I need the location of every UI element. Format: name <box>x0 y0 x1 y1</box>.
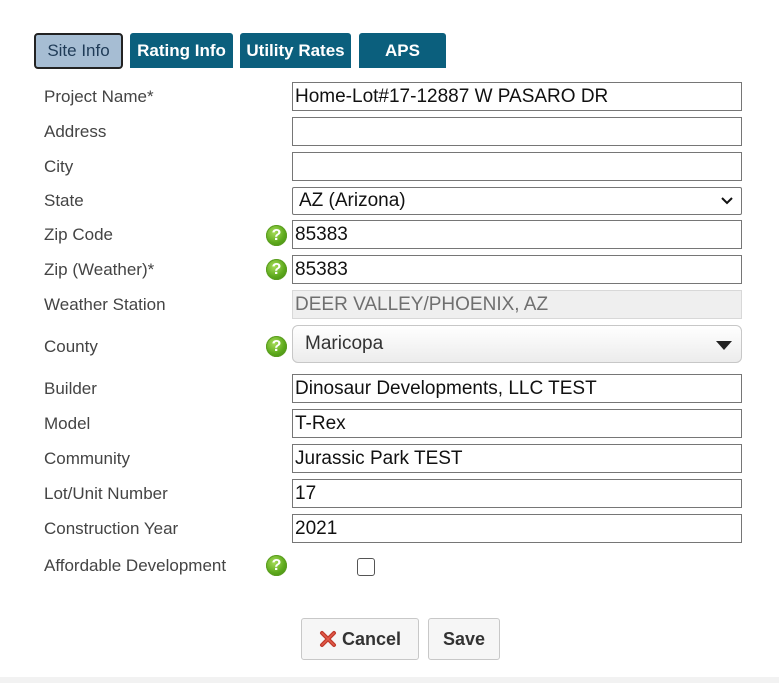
x-icon <box>319 631 336 647</box>
county-select[interactable]: Maricopa <box>292 325 742 363</box>
help-icon[interactable]: ? <box>266 555 287 576</box>
project-name-input[interactable] <box>292 82 742 111</box>
builder-input[interactable] <box>292 374 742 403</box>
community-label: Community <box>44 449 130 468</box>
lot-unit-label: Lot/Unit Number <box>44 484 168 503</box>
address-label: Address <box>44 122 107 141</box>
affordable-development-label: Affordable Development <box>44 556 227 575</box>
help-icon[interactable]: ? <box>266 336 287 357</box>
model-input[interactable] <box>292 409 742 438</box>
cancel-button[interactable]: Cancel <box>301 618 419 660</box>
lot-unit-input[interactable] <box>292 479 742 508</box>
chevron-down-icon <box>721 197 733 205</box>
community-input[interactable] <box>292 444 742 473</box>
zip-code-input[interactable] <box>292 220 742 249</box>
state-select-value: AZ (Arizona) <box>299 190 406 211</box>
help-icon[interactable]: ? <box>266 225 287 246</box>
project-name-label: Project Name* <box>44 87 154 106</box>
tab-rating-info[interactable]: Rating Info <box>130 33 233 68</box>
construction-year-label: Construction Year <box>44 519 179 538</box>
affordable-development-checkbox[interactable] <box>357 558 375 576</box>
city-label: City <box>44 157 74 176</box>
county-select-value: Maricopa <box>305 333 384 354</box>
bottom-divider <box>0 677 779 683</box>
tab-utility-rates[interactable]: Utility Rates <box>240 33 351 68</box>
tab-aps[interactable]: APS <box>359 33 446 68</box>
weather-station-field <box>292 290 742 319</box>
construction-year-input[interactable] <box>292 514 742 543</box>
builder-label: Builder <box>44 379 97 398</box>
save-button-label: Save <box>442 628 486 649</box>
help-icon[interactable]: ? <box>266 259 287 280</box>
save-button[interactable]: Save <box>428 618 500 660</box>
weather-station-label: Weather Station <box>44 295 166 314</box>
tab-site-info[interactable]: Site Info <box>34 33 123 69</box>
zip-weather-label: Zip (Weather)* <box>44 260 155 279</box>
model-label: Model <box>44 414 91 433</box>
dropdown-arrow-icon <box>716 341 732 350</box>
city-input[interactable] <box>292 152 742 181</box>
address-input[interactable] <box>292 117 742 146</box>
state-label: State <box>44 191 84 210</box>
state-select[interactable]: AZ (Arizona) <box>292 187 742 215</box>
zip-code-label: Zip Code <box>44 225 113 244</box>
zip-weather-input[interactable] <box>292 255 742 284</box>
cancel-button-label: Cancel <box>341 628 402 649</box>
county-label: County <box>44 337 98 356</box>
